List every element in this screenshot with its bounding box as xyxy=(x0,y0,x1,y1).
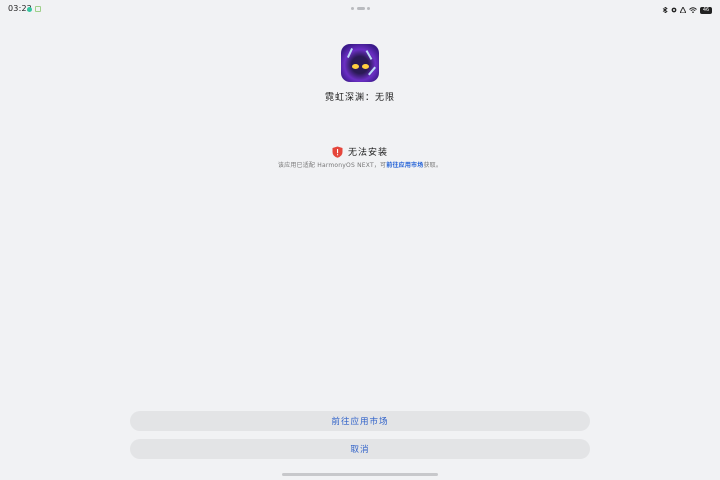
signal-icon xyxy=(671,7,677,13)
go-to-app-market-button[interactable]: 前往应用市场 xyxy=(130,411,590,431)
warning-title: 无法安装 xyxy=(347,148,388,158)
battery-icon: 46 xyxy=(700,6,712,14)
shield-warning-icon xyxy=(332,146,343,158)
cancel-button[interactable]: 取消 xyxy=(130,439,590,459)
notification-app-icon xyxy=(35,6,41,12)
wifi-icon xyxy=(689,7,697,13)
notification-dot-icon xyxy=(27,7,32,12)
install-warning: 无法安装 xyxy=(0,145,720,158)
multitask-handle[interactable] xyxy=(351,7,371,10)
app-name: 霓虹深渊：无限 xyxy=(324,93,395,103)
app-market-link[interactable]: 前往应用市场 xyxy=(386,162,423,169)
network-icon xyxy=(680,7,686,13)
warning-desc-suffix: 获取。 xyxy=(423,162,443,169)
warning-description: 该应用已适配 HarmonyOS NEXT，可前往应用市场获取。 xyxy=(0,160,720,169)
status-icons: 46 xyxy=(662,5,712,15)
game-app-icon xyxy=(341,44,379,82)
status-bar: 03:22 46 xyxy=(0,0,720,20)
home-indicator[interactable] xyxy=(282,473,438,476)
warning-desc-text: 该应用已适配 HarmonyOS NEXT，可 xyxy=(277,162,387,169)
bluetooth-icon xyxy=(662,7,668,13)
